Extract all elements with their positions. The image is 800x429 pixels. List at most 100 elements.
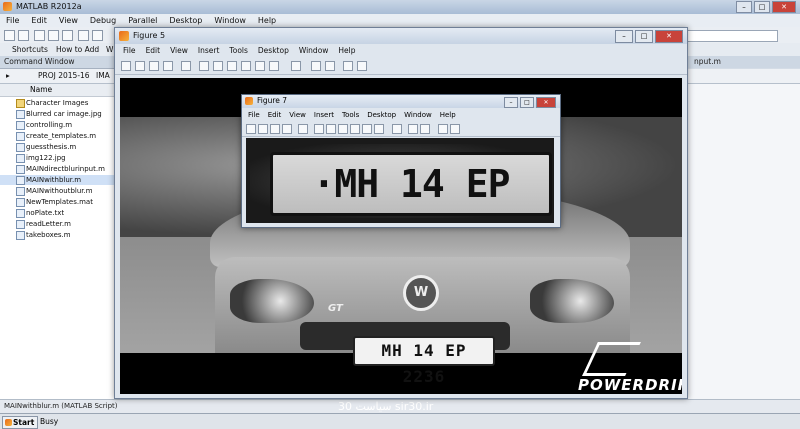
how-to-add-link[interactable]: How to Add — [56, 45, 99, 54]
menu-desktop[interactable]: Desktop — [367, 109, 396, 121]
colorbar-icon[interactable] — [311, 61, 321, 71]
close-button[interactable]: ✕ — [772, 1, 796, 13]
open-file-icon[interactable] — [258, 124, 268, 134]
menu-insert[interactable]: Insert — [314, 109, 334, 121]
save-icon[interactable] — [149, 61, 159, 71]
data-cursor-icon[interactable] — [362, 124, 372, 134]
menu-help[interactable]: Help — [258, 14, 276, 27]
list-item[interactable]: guessthesis.m — [0, 142, 116, 152]
figure-5-titlebar[interactable]: Figure 5 – □ ✕ — [115, 28, 687, 44]
rotate-icon[interactable] — [350, 124, 360, 134]
menu-edit[interactable]: Edit — [146, 44, 161, 57]
menu-desktop[interactable]: Desktop — [258, 44, 289, 57]
menu-insert[interactable]: Insert — [198, 44, 220, 57]
menu-help[interactable]: Help — [440, 109, 456, 121]
rotate-icon[interactable] — [241, 61, 251, 71]
list-item[interactable]: takeboxes.m — [0, 230, 116, 240]
list-item[interactable]: Character Images — [0, 98, 116, 108]
maximize-button[interactable]: □ — [520, 97, 534, 108]
list-item[interactable]: noPlate.txt — [0, 208, 116, 218]
file-label: noPlate.txt — [26, 209, 65, 217]
zoom-in-icon[interactable] — [314, 124, 324, 134]
pan-icon[interactable] — [227, 61, 237, 71]
brush-icon[interactable] — [374, 124, 384, 134]
zoom-out-icon[interactable] — [326, 124, 336, 134]
copy-icon[interactable] — [48, 30, 59, 41]
new-figure-icon[interactable] — [246, 124, 256, 134]
menu-debug[interactable]: Debug — [90, 14, 116, 27]
list-item[interactable]: MAINwithoutblur.m — [0, 186, 116, 196]
menu-window[interactable]: Window — [404, 109, 432, 121]
link-icon[interactable] — [291, 61, 301, 71]
legend-icon[interactable] — [420, 124, 430, 134]
start-button[interactable]: Start — [2, 416, 38, 429]
menu-view[interactable]: View — [170, 44, 188, 57]
figure-7-titlebar[interactable]: Figure 7 – □ ✕ — [242, 95, 560, 108]
close-button[interactable]: ✕ — [536, 97, 556, 108]
open-file-icon[interactable] — [18, 30, 29, 41]
menu-edit[interactable]: Edit — [268, 109, 282, 121]
address-seg-2[interactable]: IMA — [96, 71, 110, 80]
list-item[interactable]: create_templates.m — [0, 131, 116, 141]
menu-file[interactable]: File — [248, 109, 260, 121]
menu-tools[interactable]: Tools — [342, 109, 359, 121]
show-plot-tools-icon[interactable] — [357, 61, 367, 71]
menu-help[interactable]: Help — [338, 44, 355, 57]
maximize-button[interactable]: □ — [754, 1, 770, 13]
menu-edit[interactable]: Edit — [31, 14, 47, 27]
maximize-button[interactable]: □ — [635, 30, 653, 43]
show-plot-tools-icon[interactable] — [450, 124, 460, 134]
shortcuts-label[interactable]: Shortcuts — [12, 45, 48, 54]
select-arrow-icon[interactable] — [181, 61, 191, 71]
legend-icon[interactable] — [325, 61, 335, 71]
paste-icon[interactable] — [62, 30, 73, 41]
hide-plot-tools-icon[interactable] — [343, 61, 353, 71]
link-icon[interactable] — [392, 124, 402, 134]
new-file-icon[interactable] — [4, 30, 15, 41]
minimize-button[interactable]: – — [504, 97, 518, 108]
brush-icon[interactable] — [269, 61, 279, 71]
new-figure-icon[interactable] — [121, 61, 131, 71]
print-icon[interactable] — [163, 61, 173, 71]
hide-plot-tools-icon[interactable] — [438, 124, 448, 134]
zoom-out-icon[interactable] — [213, 61, 223, 71]
select-arrow-icon[interactable] — [298, 124, 308, 134]
menu-file[interactable]: File — [6, 14, 19, 27]
menu-file[interactable]: File — [123, 44, 136, 57]
menu-tools[interactable]: Tools — [229, 44, 247, 57]
undo-icon[interactable] — [78, 30, 89, 41]
data-cursor-icon[interactable] — [255, 61, 265, 71]
figure-7-window[interactable]: Figure 7 – □ ✕ File Edit View Insert Too… — [241, 94, 561, 228]
menu-desktop[interactable]: Desktop — [169, 14, 202, 27]
menu-view[interactable]: View — [289, 109, 306, 121]
menu-window[interactable]: Window — [299, 44, 329, 57]
address-seg-1[interactable]: PROJ 2015-16 — [38, 71, 90, 80]
close-button[interactable]: ✕ — [655, 30, 683, 43]
minimize-button[interactable]: – — [736, 1, 752, 13]
files-header[interactable]: Name — [0, 84, 116, 97]
save-icon[interactable] — [270, 124, 280, 134]
whats-new-link[interactable]: W — [106, 45, 113, 54]
list-item-selected[interactable]: MAINwithblur.m — [0, 175, 116, 185]
menu-window[interactable]: Window — [214, 14, 246, 27]
name-column-header[interactable]: Name — [30, 85, 52, 94]
minimize-button[interactable]: – — [615, 30, 633, 43]
command-area[interactable] — [682, 84, 800, 399]
pan-icon[interactable] — [338, 124, 348, 134]
list-item[interactable]: readLetter.m — [0, 219, 116, 229]
colorbar-icon[interactable] — [408, 124, 418, 134]
figure-7-axes[interactable]: ·MH 14 EP 2236· — [246, 138, 554, 223]
list-item[interactable]: img122.jpg — [0, 153, 116, 163]
open-file-icon[interactable] — [135, 61, 145, 71]
zoom-in-icon[interactable] — [199, 61, 209, 71]
cut-icon[interactable] — [34, 30, 45, 41]
redo-icon[interactable] — [92, 30, 103, 41]
list-item[interactable]: Blurred car image.jpg — [0, 109, 116, 119]
menu-parallel[interactable]: Parallel — [128, 14, 157, 27]
list-item[interactable]: controlling.m — [0, 120, 116, 130]
list-item[interactable]: NewTemplates.mat — [0, 197, 116, 207]
print-icon[interactable] — [282, 124, 292, 134]
list-item[interactable]: MAINdirectblurinput.m — [0, 164, 116, 174]
current-folder-input[interactable] — [686, 30, 778, 42]
menu-view[interactable]: View — [59, 14, 78, 27]
